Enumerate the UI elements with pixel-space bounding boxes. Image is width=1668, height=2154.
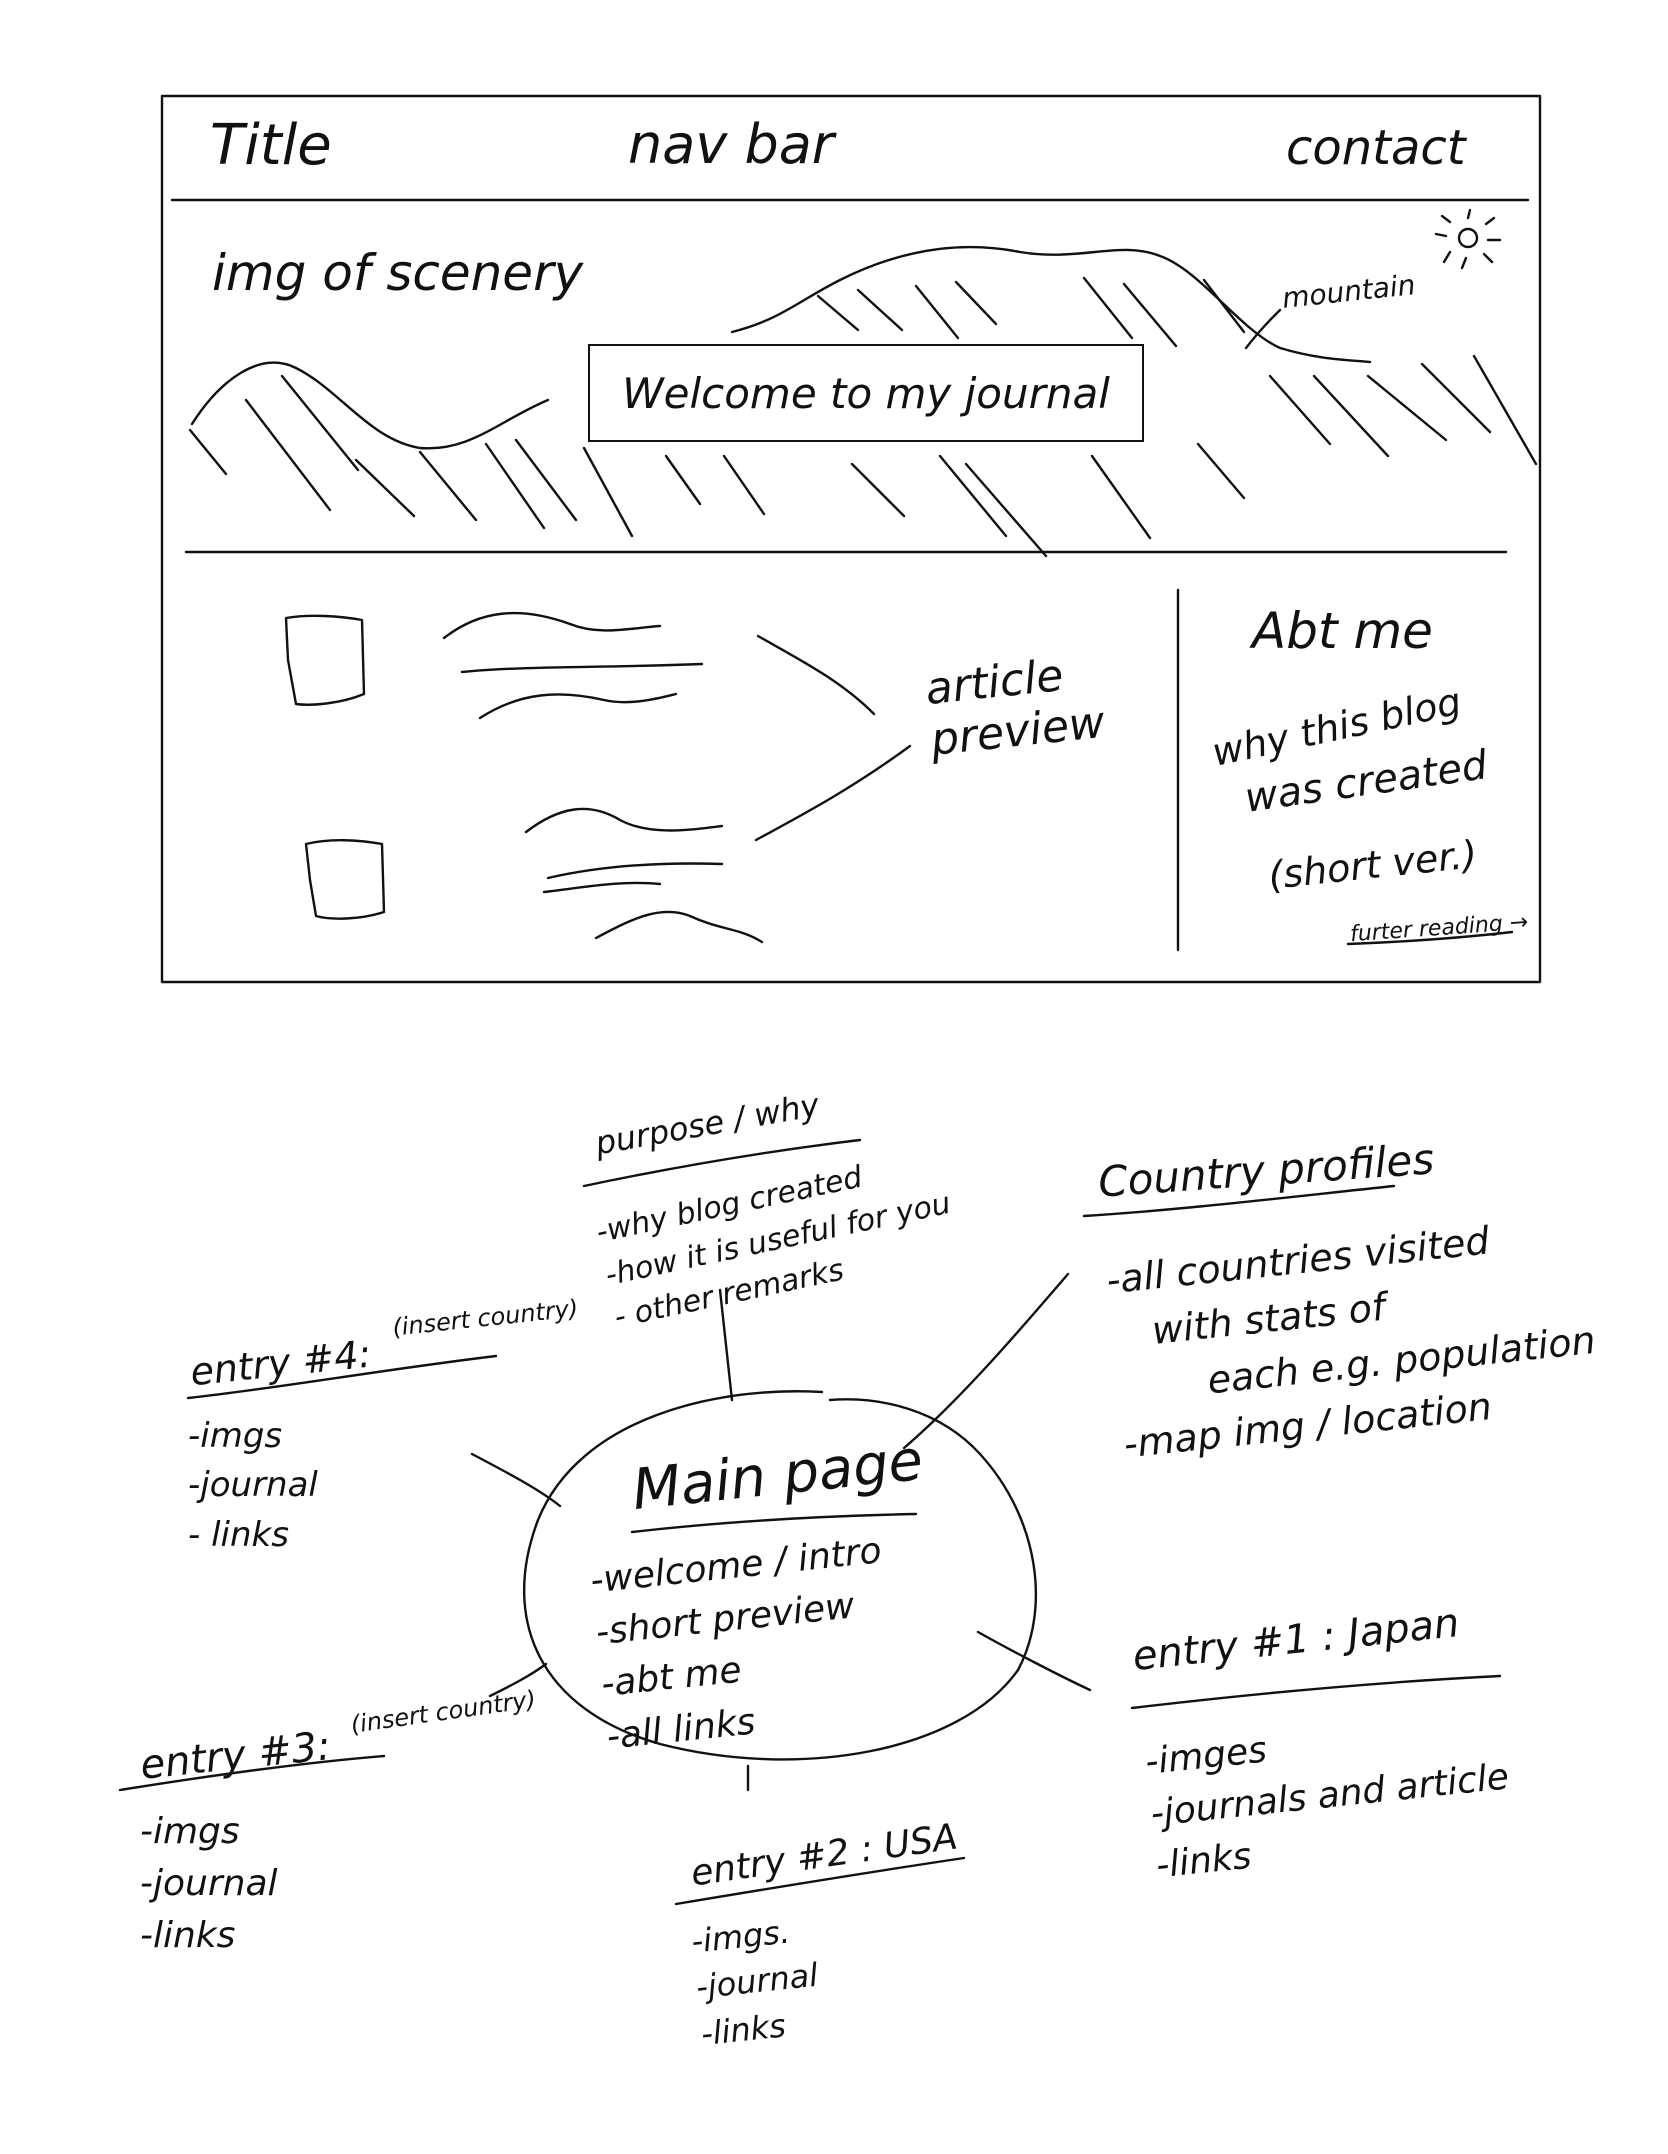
- entry3-list: -imgs -journal -links: [140, 1806, 278, 1963]
- entry2-list: -imgs. -journal -links: [689, 1906, 825, 2057]
- hero-welcome-box: Welcome to my journal: [588, 344, 1144, 442]
- article-preview-label: article preview: [923, 649, 1108, 766]
- about-heading: Abt me: [1252, 602, 1433, 660]
- connector-entry1: [976, 1630, 1092, 1692]
- header-contact: contact: [1286, 120, 1466, 176]
- entry4-item: -imgs: [188, 1416, 283, 1456]
- header-nav-bar: nav bar: [628, 113, 835, 176]
- entry3-item: -journal: [140, 1863, 278, 1905]
- hero-image-label: img of scenery: [212, 244, 584, 302]
- entry1-underline: [1130, 1674, 1502, 1710]
- header-title: Title: [210, 113, 332, 178]
- entry4-list: -imgs -journal - links: [188, 1412, 318, 1560]
- sun-icon: [1434, 208, 1502, 270]
- entry3-item: -imgs: [140, 1811, 240, 1852]
- main-page-list: -welcome / intro -short preview -abt me …: [588, 1525, 901, 1763]
- connector-profiles: [902, 1272, 1070, 1450]
- entry4-item: -journal: [188, 1465, 318, 1506]
- entry3-item: -links: [140, 1915, 236, 1957]
- connector-entry4: [470, 1452, 562, 1508]
- entry4-item: - links: [188, 1514, 289, 1555]
- article-preview-sketch: [284, 611, 912, 944]
- hero-welcome-text: Welcome to my journal: [622, 368, 1110, 418]
